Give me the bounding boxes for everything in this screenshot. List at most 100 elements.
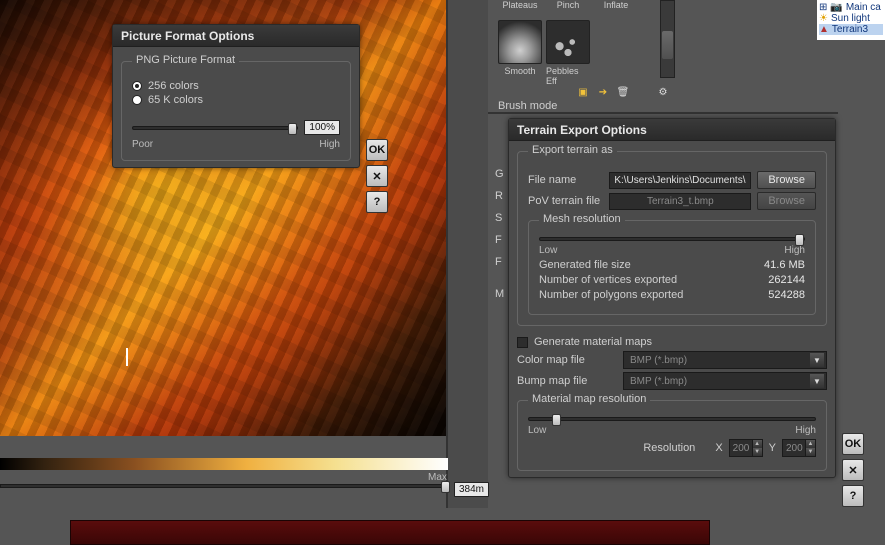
brush-toolbar: ▣ ➔ 🗑 ⚙ bbox=[576, 85, 670, 99]
slider-thumb[interactable] bbox=[552, 414, 561, 426]
ok-button[interactable]: OK bbox=[842, 433, 864, 455]
x-label: X bbox=[715, 442, 722, 454]
sun-icon: ☀ bbox=[819, 13, 828, 24]
gen-size-value: 41.6 MB bbox=[764, 259, 805, 271]
picture-format-panel: Picture Format Options PNG Picture Forma… bbox=[112, 24, 360, 168]
tree-item-terrain[interactable]: ▲Terrain3 bbox=[819, 24, 883, 35]
tab-s[interactable]: S bbox=[495, 212, 504, 224]
status-bar bbox=[70, 520, 710, 545]
resolution-label: Resolution bbox=[643, 442, 695, 454]
brush-label[interactable]: Inflate bbox=[604, 0, 629, 10]
brush-label[interactable]: Pinch bbox=[557, 0, 580, 10]
cancel-button[interactable]: ✕ bbox=[842, 459, 864, 481]
bump-map-label: Bump map file bbox=[517, 375, 617, 387]
file-name-input[interactable] bbox=[609, 172, 751, 189]
mesh-res-legend: Mesh resolution bbox=[539, 213, 625, 225]
color-map-label: Color map file bbox=[517, 354, 617, 366]
radio-label: 65 K colors bbox=[148, 94, 203, 106]
brush-pebbles[interactable]: Pebbles Eff bbox=[546, 20, 590, 86]
mat-low-label: Low bbox=[528, 425, 546, 436]
arrow-right-icon[interactable]: ➔ bbox=[596, 85, 610, 99]
brush-thumbnail bbox=[498, 20, 542, 64]
tree-item-sun-light[interactable]: ☀Sun light bbox=[819, 13, 883, 24]
res-y-input[interactable]: 200▲▼ bbox=[782, 439, 816, 457]
brush-mode-label: Brush mode bbox=[498, 100, 557, 112]
polys-label: Number of polygons exported bbox=[539, 289, 683, 301]
distance-slider[interactable] bbox=[0, 480, 448, 492]
scene-tree[interactable]: ⊞📷Main ca ☀Sun light ▲Terrain3 bbox=[817, 0, 885, 40]
plus-icon[interactable]: ⊞ bbox=[819, 2, 827, 13]
slider-thumb[interactable] bbox=[441, 481, 450, 493]
polys-value: 524288 bbox=[768, 289, 805, 301]
tab-f2[interactable]: F bbox=[495, 256, 504, 268]
tab-f1[interactable]: F bbox=[495, 234, 504, 246]
radio-icon bbox=[132, 81, 142, 91]
brush-row-bottom: Smooth Pebbles Eff bbox=[498, 20, 590, 86]
settings-icon[interactable]: ⚙ bbox=[656, 85, 670, 99]
help-button[interactable]: ? bbox=[842, 485, 864, 507]
chevron-down-icon: ▼ bbox=[810, 374, 824, 388]
brush-smooth[interactable]: Smooth bbox=[498, 20, 542, 86]
color-gradient-strip[interactable] bbox=[0, 458, 448, 470]
browse-button-disabled: Browse bbox=[757, 192, 816, 210]
generate-maps-label: Generate material maps bbox=[534, 336, 652, 348]
ok-button[interactable]: OK bbox=[366, 139, 388, 161]
file-name-label: File name bbox=[528, 174, 603, 186]
brush-label: Pebbles Eff bbox=[546, 66, 590, 86]
title-text: Picture Format Options bbox=[121, 29, 254, 43]
mat-res-slider[interactable] bbox=[528, 417, 816, 421]
mesh-low-label: Low bbox=[539, 245, 557, 256]
mesh-high-label: High bbox=[784, 245, 805, 256]
tab-g[interactable]: G bbox=[495, 168, 504, 180]
brush-label: Smooth bbox=[504, 66, 535, 76]
brush-row-top: Plateaus Pinch Inflate bbox=[498, 0, 638, 10]
spin-up-icon[interactable]: ▲ bbox=[806, 440, 815, 448]
quality-percent: 100% bbox=[304, 120, 340, 135]
res-x-input[interactable]: 200▲▼ bbox=[729, 439, 763, 457]
group-legend: Export terrain as bbox=[528, 144, 617, 156]
help-button[interactable]: ? bbox=[366, 191, 388, 213]
spin-down-icon[interactable]: ▼ bbox=[806, 448, 815, 456]
slider-thumb[interactable] bbox=[288, 123, 297, 135]
generate-maps-checkbox[interactable] bbox=[517, 337, 528, 348]
spin-up-icon[interactable]: ▲ bbox=[753, 440, 762, 448]
brush-thumbnail bbox=[546, 20, 590, 64]
y-label: Y bbox=[769, 442, 776, 454]
quality-high-label: High bbox=[319, 139, 340, 150]
vertical-divider bbox=[446, 0, 448, 508]
radio-65k[interactable]: 65 K colors bbox=[132, 94, 340, 106]
terrain-icon: ▲ bbox=[819, 24, 829, 35]
brush-scrollbar[interactable] bbox=[660, 0, 675, 78]
tab-r[interactable]: R bbox=[495, 190, 504, 202]
tree-item-main-camera[interactable]: ⊞📷Main ca bbox=[819, 2, 883, 13]
panel-title: Terrain Export Options bbox=[509, 119, 835, 141]
color-map-dropdown[interactable]: BMP (*.bmp)▼ bbox=[623, 351, 827, 369]
browse-button[interactable]: Browse bbox=[757, 171, 816, 189]
trash-icon[interactable]: 🗑 bbox=[616, 85, 630, 99]
radio-icon bbox=[132, 95, 142, 105]
brush-label[interactable]: Plateaus bbox=[502, 0, 537, 10]
quality-slider[interactable] bbox=[132, 126, 298, 130]
cancel-button[interactable]: ✕ bbox=[366, 165, 388, 187]
group-legend: PNG Picture Format bbox=[132, 54, 239, 66]
spin-down-icon[interactable]: ▼ bbox=[753, 448, 762, 456]
mesh-res-slider[interactable] bbox=[539, 237, 805, 241]
panel-title: Picture Format Options bbox=[113, 25, 359, 47]
mat-high-label: High bbox=[795, 425, 816, 436]
mat-res-legend: Material map resolution bbox=[528, 393, 650, 405]
pov-file-label: PoV terrain file bbox=[528, 195, 603, 207]
open-icon[interactable]: ▣ bbox=[576, 85, 590, 99]
tab-m[interactable]: M bbox=[495, 288, 504, 300]
gen-size-label: Generated file size bbox=[539, 259, 631, 271]
h-divider bbox=[488, 112, 838, 114]
distance-value: 384m bbox=[454, 482, 489, 497]
verts-label: Number of vertices exported bbox=[539, 274, 677, 286]
slider-thumb[interactable] bbox=[795, 234, 804, 246]
radio-256[interactable]: 256 colors bbox=[132, 80, 340, 92]
side-letter-tabs: G R S F F M bbox=[495, 168, 504, 300]
bump-map-dropdown[interactable]: BMP (*.bmp) ▼ bbox=[623, 372, 827, 390]
quality-low-label: Poor bbox=[132, 139, 153, 150]
dropdown-value: BMP (*.bmp) bbox=[630, 376, 687, 387]
camera-icon: 📷 bbox=[830, 2, 842, 13]
chevron-down-icon: ▼ bbox=[810, 353, 824, 367]
